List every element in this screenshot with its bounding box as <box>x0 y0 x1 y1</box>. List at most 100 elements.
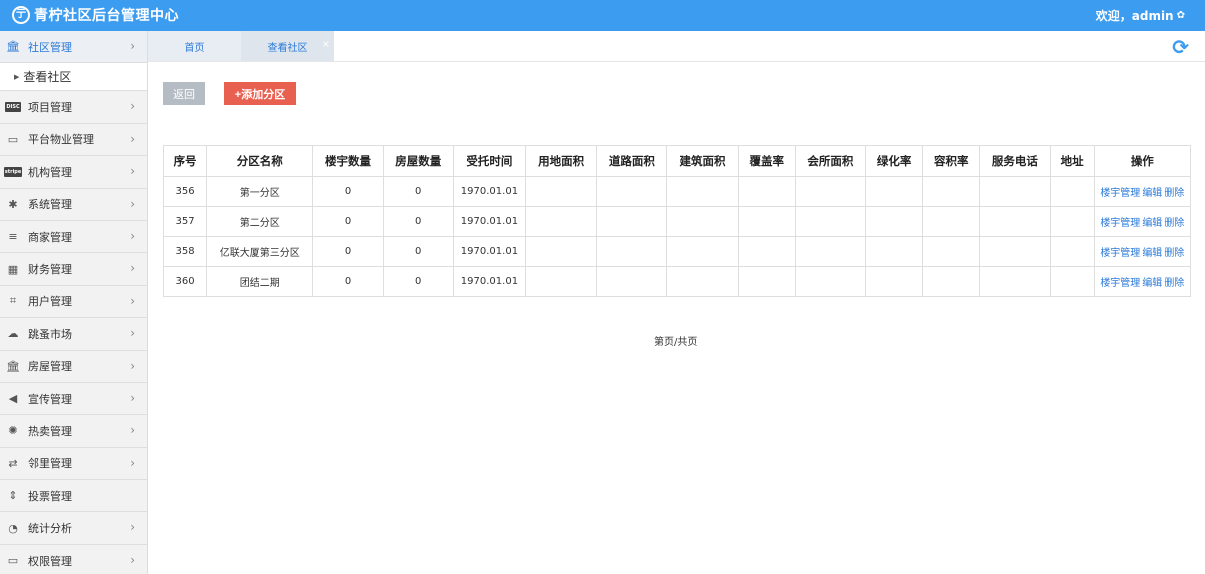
sidebar-item-organization[interactable]: stripe 机构管理 › <box>0 156 147 189</box>
sidebar-item-label: 邻里管理 <box>28 457 72 471</box>
sun-icon: ✺ <box>8 424 18 438</box>
calculator-icon: ▦ <box>7 262 19 276</box>
cell-empty <box>979 176 1051 207</box>
column-header: 地址 <box>1049 145 1095 177</box>
column-header: 绿化率 <box>864 145 924 177</box>
sidebar-item-label: 热卖管理 <box>28 424 72 438</box>
crop-icon: ⌗ <box>9 294 17 308</box>
cell-empty <box>1049 266 1095 297</box>
delete-link[interactable]: 删除 <box>1164 248 1184 259</box>
column-header: 用地面积 <box>525 145 598 177</box>
gear-icon[interactable]: ✿ <box>1177 10 1185 21</box>
sidebar-item-label: 平台物业管理 <box>28 133 94 147</box>
cell-empty <box>979 266 1051 297</box>
refresh-icon[interactable]: ⟳ <box>1172 35 1189 59</box>
chevron-right-icon: › <box>130 39 135 53</box>
sidebar-subitem-label: 查看社区 <box>23 70 72 85</box>
column-header: 楼宇数量 <box>312 145 384 177</box>
sidebar-item-vote[interactable]: ⇕ 投票管理 <box>0 480 147 513</box>
edit-link[interactable]: 编辑 <box>1142 188 1162 199</box>
cell-empty <box>525 206 598 237</box>
building-manage-link[interactable]: 楼宇管理 <box>1100 188 1140 199</box>
sidebar-item-neighbor[interactable]: ⇄ 邻里管理 › <box>0 448 147 481</box>
sidebar-item-statistics[interactable]: ◔ 统计分析 › <box>0 512 147 545</box>
cell-empty <box>1049 176 1095 207</box>
delete-link[interactable]: 删除 <box>1164 218 1184 229</box>
table-row: 360 团结二期 0 0 1970.01.01 楼宇管理 编辑 删除 <box>162 266 1192 297</box>
add-zone-button[interactable]: +添加分区 <box>224 82 296 105</box>
cell-zone-name: 亿联大厦第三分区 <box>206 236 314 267</box>
cell-empty <box>737 206 796 237</box>
chevron-right-icon: › <box>130 99 135 114</box>
cell-empty <box>794 176 867 207</box>
cell-empty <box>596 266 668 297</box>
cell-empty <box>737 236 796 267</box>
cell-building-count: 0 <box>312 176 384 207</box>
table-row: 358 亿联大厦第三分区 0 0 1970.01.01 楼宇管理 编辑 删除 <box>162 236 1192 267</box>
sidebar-item-publicity[interactable]: ◀ 宣传管理 › <box>0 383 147 416</box>
building-manage-link[interactable]: 楼宇管理 <box>1100 218 1140 229</box>
sidebar-item-label: 权限管理 <box>28 554 72 568</box>
edit-link[interactable]: 编辑 <box>1142 278 1162 289</box>
cell-zone-name: 第一分区 <box>206 176 314 207</box>
sidebar-item-flea-market[interactable]: ☁ 跳蚤市场 › <box>0 318 147 351</box>
cell-building-count: 0 <box>312 206 384 237</box>
cell-empty <box>864 206 924 237</box>
column-header: 分区名称 <box>206 145 314 177</box>
chevron-right-icon: › <box>130 164 135 179</box>
column-header: 序号 <box>162 145 208 177</box>
user-menu[interactable]: 欢迎，admin ✿ <box>1096 7 1185 24</box>
cell-empty <box>666 266 739 297</box>
cell-empty <box>922 176 981 207</box>
tab-home[interactable]: 首页 <box>148 31 241 61</box>
welcome-text: 欢迎，admin <box>1095 9 1174 23</box>
table-row: 357 第二分区 0 0 1970.01.01 楼宇管理 编辑 删除 <box>162 206 1192 237</box>
building-manage-link[interactable]: 楼宇管理 <box>1100 248 1140 259</box>
cell-empty <box>596 176 668 207</box>
column-header: 服务电话 <box>979 145 1051 177</box>
delete-link[interactable]: 删除 <box>1164 278 1184 289</box>
sidebar-item-merchant[interactable]: ≡ 商家管理 › <box>0 221 147 254</box>
sidebar-item-user[interactable]: ⌗ 用户管理 › <box>0 286 147 319</box>
cell-empty <box>525 176 598 207</box>
sidebar-item-label: 商家管理 <box>28 230 72 244</box>
tab-label: 查看社区 <box>267 42 308 54</box>
column-header: 建筑面积 <box>666 145 739 177</box>
sidebar-item-system[interactable]: ✱ 系统管理 › <box>0 189 147 221</box>
sidebar-subitem-view-community[interactable]: ▶ 查看社区 <box>0 63 147 92</box>
close-icon[interactable]: × <box>322 39 330 50</box>
sidebar: 🏛 社区管理 › ▶ 查看社区 DISC 项目管理 › ▭ 平台物业管理 › s… <box>0 31 148 574</box>
sidebar-item-property[interactable]: ▭ 平台物业管理 › <box>0 124 147 157</box>
sidebar-item-housing[interactable]: 🏛 房屋管理 › <box>0 351 147 383</box>
column-header: 道路面积 <box>596 145 668 177</box>
sidebar-item-hot-sale[interactable]: ✺ 热卖管理 › <box>0 415 147 448</box>
cell-empty <box>864 266 924 297</box>
edit-link[interactable]: 编辑 <box>1142 248 1162 259</box>
delete-link[interactable]: 删除 <box>1164 188 1184 199</box>
sidebar-item-finance[interactable]: ▦ 财务管理 › <box>0 253 147 286</box>
chevron-right-icon: › <box>130 196 135 211</box>
edit-link[interactable]: 编辑 <box>1142 218 1162 229</box>
cell-entrust-date: 1970.01.01 <box>452 236 527 267</box>
tab-view-community[interactable]: 查看社区 × <box>241 31 334 61</box>
chevron-right-icon: › <box>130 131 135 146</box>
sidebar-item-community[interactable]: 🏛 社区管理 › <box>0 31 147 64</box>
cell-house-count: 0 <box>382 236 454 267</box>
cell-house-count: 0 <box>382 206 454 237</box>
cell-empty <box>737 176 796 207</box>
logo-icon: 亍 <box>12 6 30 24</box>
pie-chart-icon: ◔ <box>8 521 18 535</box>
cell-building-count: 0 <box>312 266 384 297</box>
back-button[interactable]: 返回 <box>163 82 205 105</box>
sidebar-item-label: 投票管理 <box>28 489 72 503</box>
sidebar-item-label: 机构管理 <box>28 165 72 179</box>
cell-empty <box>525 236 598 267</box>
table-header-row: 序号 分区名称 楼宇数量 房屋数量 受托时间 用地面积 道路面积 建筑面积 覆盖… <box>162 145 1192 177</box>
bars-icon: ≡ <box>8 230 18 244</box>
cell-empty <box>794 266 867 297</box>
chevron-right-icon: › <box>130 520 135 535</box>
cell-empty <box>596 206 668 237</box>
sidebar-item-project[interactable]: DISC 项目管理 › <box>0 91 147 124</box>
sidebar-item-permission[interactable]: ▭ 权限管理 › <box>0 545 147 574</box>
building-manage-link[interactable]: 楼宇管理 <box>1100 278 1140 289</box>
